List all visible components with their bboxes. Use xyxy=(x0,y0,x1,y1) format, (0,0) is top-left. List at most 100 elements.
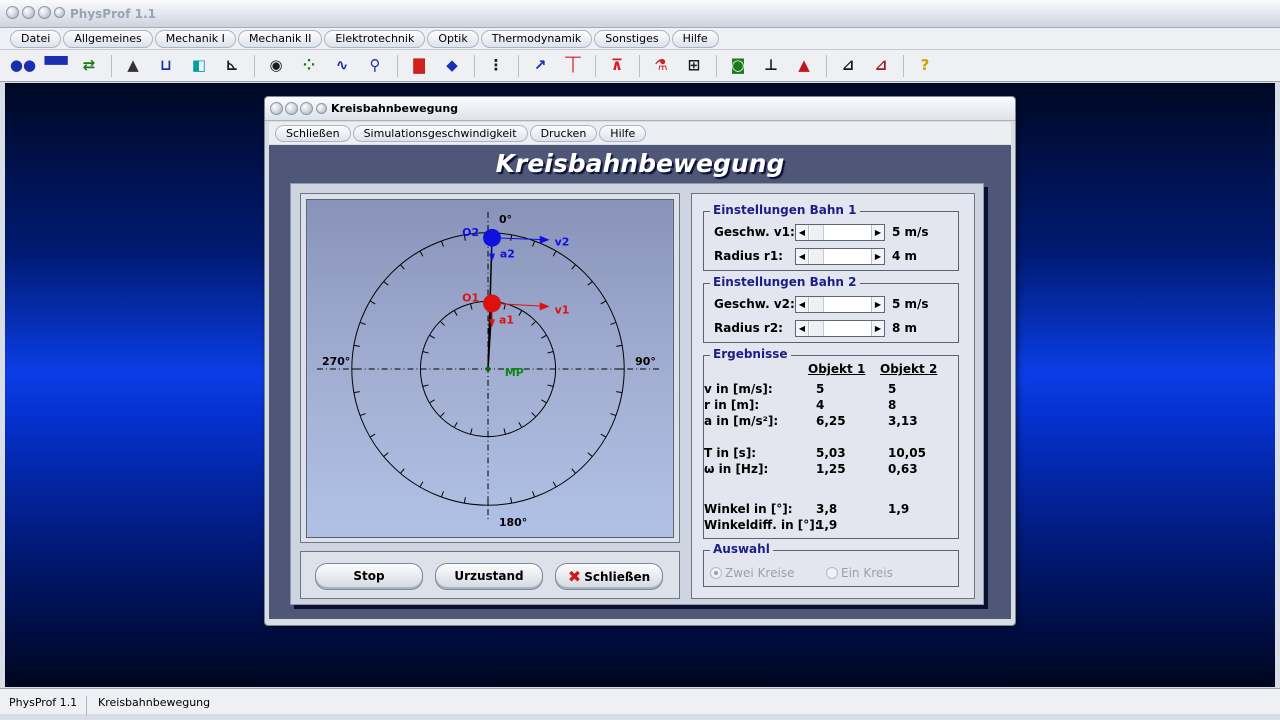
toolbar-separator xyxy=(639,54,640,77)
center-point xyxy=(485,366,491,372)
slider-thumb[interactable] xyxy=(810,321,824,336)
status-app-name: PhysProf 1.1 xyxy=(9,696,78,709)
radio-ein-kreis[interactable]: Ein Kreis xyxy=(826,566,893,580)
radius-1-slider[interactable]: ◀ ▶ xyxy=(795,248,885,265)
container-icon[interactable]: ⊔ xyxy=(155,55,177,77)
reset-button[interactable]: Urzustand xyxy=(435,563,543,590)
auswahl-title: Auswahl xyxy=(710,542,773,556)
menu-sonstiges[interactable]: Sonstiges xyxy=(594,29,670,48)
scroll-right-icon[interactable]: ▶ xyxy=(871,225,884,240)
speed-1-label: Geschw. v1: xyxy=(714,225,795,239)
curve-icon[interactable]: ↗ xyxy=(529,55,551,77)
menu-mechanik-2[interactable]: Mechanik II xyxy=(237,29,323,48)
maximize-window-button[interactable] xyxy=(38,6,51,19)
dots-icon[interactable]: ⁘ xyxy=(298,55,320,77)
minimize-window-button[interactable] xyxy=(22,6,35,19)
pulley-icon[interactable]: ◧ xyxy=(188,55,210,77)
results-row-label: a in [m/s²]: xyxy=(704,414,779,428)
diamond-icon[interactable]: ◆ xyxy=(441,55,463,77)
spectrum-icon[interactable]: ▲ xyxy=(793,55,815,77)
scroll-left-icon[interactable]: ◀ xyxy=(796,225,809,240)
orbit-icon[interactable]: ⚲ xyxy=(364,55,386,77)
menu-hilfe[interactable]: Hilfe xyxy=(671,29,719,48)
toolbar-separator xyxy=(397,54,398,77)
decay-icon[interactable]: ⊿ xyxy=(837,55,859,77)
cart-icon[interactable]: ▀▀ xyxy=(44,55,67,77)
toolbar-separator xyxy=(111,54,112,77)
dialog-minimize-button[interactable] xyxy=(285,102,298,115)
object-1 xyxy=(483,294,501,313)
toolbar-separator xyxy=(826,54,827,77)
radius-2-slider[interactable]: ◀ ▶ xyxy=(795,320,885,337)
results-row-value: 6,25 xyxy=(816,414,846,428)
results-row-value: 1,9 xyxy=(816,518,838,532)
wave-icon[interactable]: ∿ xyxy=(331,55,353,77)
angle-left-label: 270° xyxy=(322,355,350,368)
coil-icon[interactable]: ⊼ xyxy=(606,55,628,77)
dialog-menu-hilfe[interactable]: Hilfe xyxy=(599,124,647,142)
menu-datei[interactable]: Datei xyxy=(10,29,62,48)
bahn-1-title: Einstellungen Bahn 1 xyxy=(710,203,860,217)
lab-icon[interactable]: ⚗ xyxy=(650,55,672,77)
dialog-window-menu-button[interactable] xyxy=(316,103,327,114)
dialog-menu-drucken[interactable]: Drucken xyxy=(529,124,598,142)
radio-selected-icon[interactable] xyxy=(710,567,722,579)
close-window-button[interactable] xyxy=(6,6,19,19)
dialog-close-button[interactable] xyxy=(270,102,283,115)
help-icon[interactable]: ? xyxy=(914,55,936,77)
simulation-canvas: 0° 90° 180° 270° MP O2 v2 a2 O1 v1 a1 xyxy=(306,199,674,538)
menu-mechanik-1[interactable]: Mechanik I xyxy=(154,29,236,48)
slider-thumb[interactable] xyxy=(810,249,824,264)
resistor-icon[interactable]: ⋮ xyxy=(485,55,507,77)
speed-2-value: 5 m/s xyxy=(892,297,929,311)
speed-1-slider[interactable]: ◀ ▶ xyxy=(795,224,885,241)
menu-elektrotechnik[interactable]: Elektrotechnik xyxy=(324,29,426,48)
results-row-label: ω in [Hz]: xyxy=(704,462,769,476)
collision-icon[interactable]: ●● xyxy=(10,55,36,77)
network-icon[interactable]: ⊞ xyxy=(683,55,705,77)
eye-icon[interactable]: ◉ xyxy=(265,55,287,77)
incline-icon[interactable]: ▲ xyxy=(122,55,144,77)
stop-button[interactable]: Stop xyxy=(315,563,423,590)
dialog-menu-simulationsgeschwindigkeit[interactable]: Simulationsgeschwindigkeit xyxy=(352,124,528,142)
histogram-icon[interactable]: ⊿ xyxy=(870,55,892,77)
scroll-right-icon[interactable]: ▶ xyxy=(871,297,884,312)
camera-icon[interactable]: ◙ xyxy=(727,55,749,77)
piston-icon[interactable]: ⊥ xyxy=(760,55,782,77)
scroll-right-icon[interactable]: ▶ xyxy=(871,321,884,336)
radio-zwei-kreise[interactable]: Zwei Kreise xyxy=(710,566,794,580)
results-row-value: 1,25 xyxy=(816,462,846,476)
velocity-1-label: v1 xyxy=(555,303,570,316)
kreisbahn-dialog: Kreisbahnbewegung Schließen Simulationsg… xyxy=(264,96,1016,626)
radio-unselected-icon[interactable] xyxy=(826,567,838,579)
close-button-label: Schließen xyxy=(584,570,651,584)
slider-thumb[interactable] xyxy=(810,297,824,312)
toolbar-separator xyxy=(474,54,475,77)
menu-optik[interactable]: Optik xyxy=(427,29,479,48)
slider-thumb[interactable] xyxy=(810,225,824,240)
menu-allgemeines[interactable]: Allgemeines xyxy=(63,29,153,48)
window-menu-button[interactable] xyxy=(54,7,65,18)
angle-right-label: 90° xyxy=(635,355,656,368)
graph-icon[interactable]: ⊾ xyxy=(221,55,243,77)
dialog-maximize-button[interactable] xyxy=(300,102,313,115)
dialog-title-bar: Kreisbahnbewegung xyxy=(265,97,1015,121)
auswahl-group: Auswahl Zwei Kreise Ein Kreis xyxy=(703,542,959,587)
status-divider xyxy=(86,696,87,716)
toolbar-separator xyxy=(518,54,519,77)
scroll-left-icon[interactable]: ◀ xyxy=(796,321,809,336)
toolbar-separator xyxy=(254,54,255,77)
scroll-right-icon[interactable]: ▶ xyxy=(871,249,884,264)
speed-2-slider[interactable]: ◀ ▶ xyxy=(795,296,885,313)
dialog-title: Kreisbahnbewegung xyxy=(331,102,459,115)
magnet-icon[interactable]: ▇ xyxy=(408,55,430,77)
scroll-left-icon[interactable]: ◀ xyxy=(796,297,809,312)
dialog-menu-schliessen[interactable]: Schließen xyxy=(275,124,351,142)
scroll-left-icon[interactable]: ◀ xyxy=(796,249,809,264)
exchange-icon[interactable]: ⇄ xyxy=(78,55,100,77)
circuit-icon[interactable]: ⏉ xyxy=(562,55,584,77)
close-button[interactable]: ✖ Schließen xyxy=(555,563,663,590)
results-row-value: 10,05 xyxy=(888,446,926,460)
menu-thermodynamik[interactable]: Thermodynamik xyxy=(480,29,593,48)
acceleration-2-label: a2 xyxy=(500,248,515,261)
